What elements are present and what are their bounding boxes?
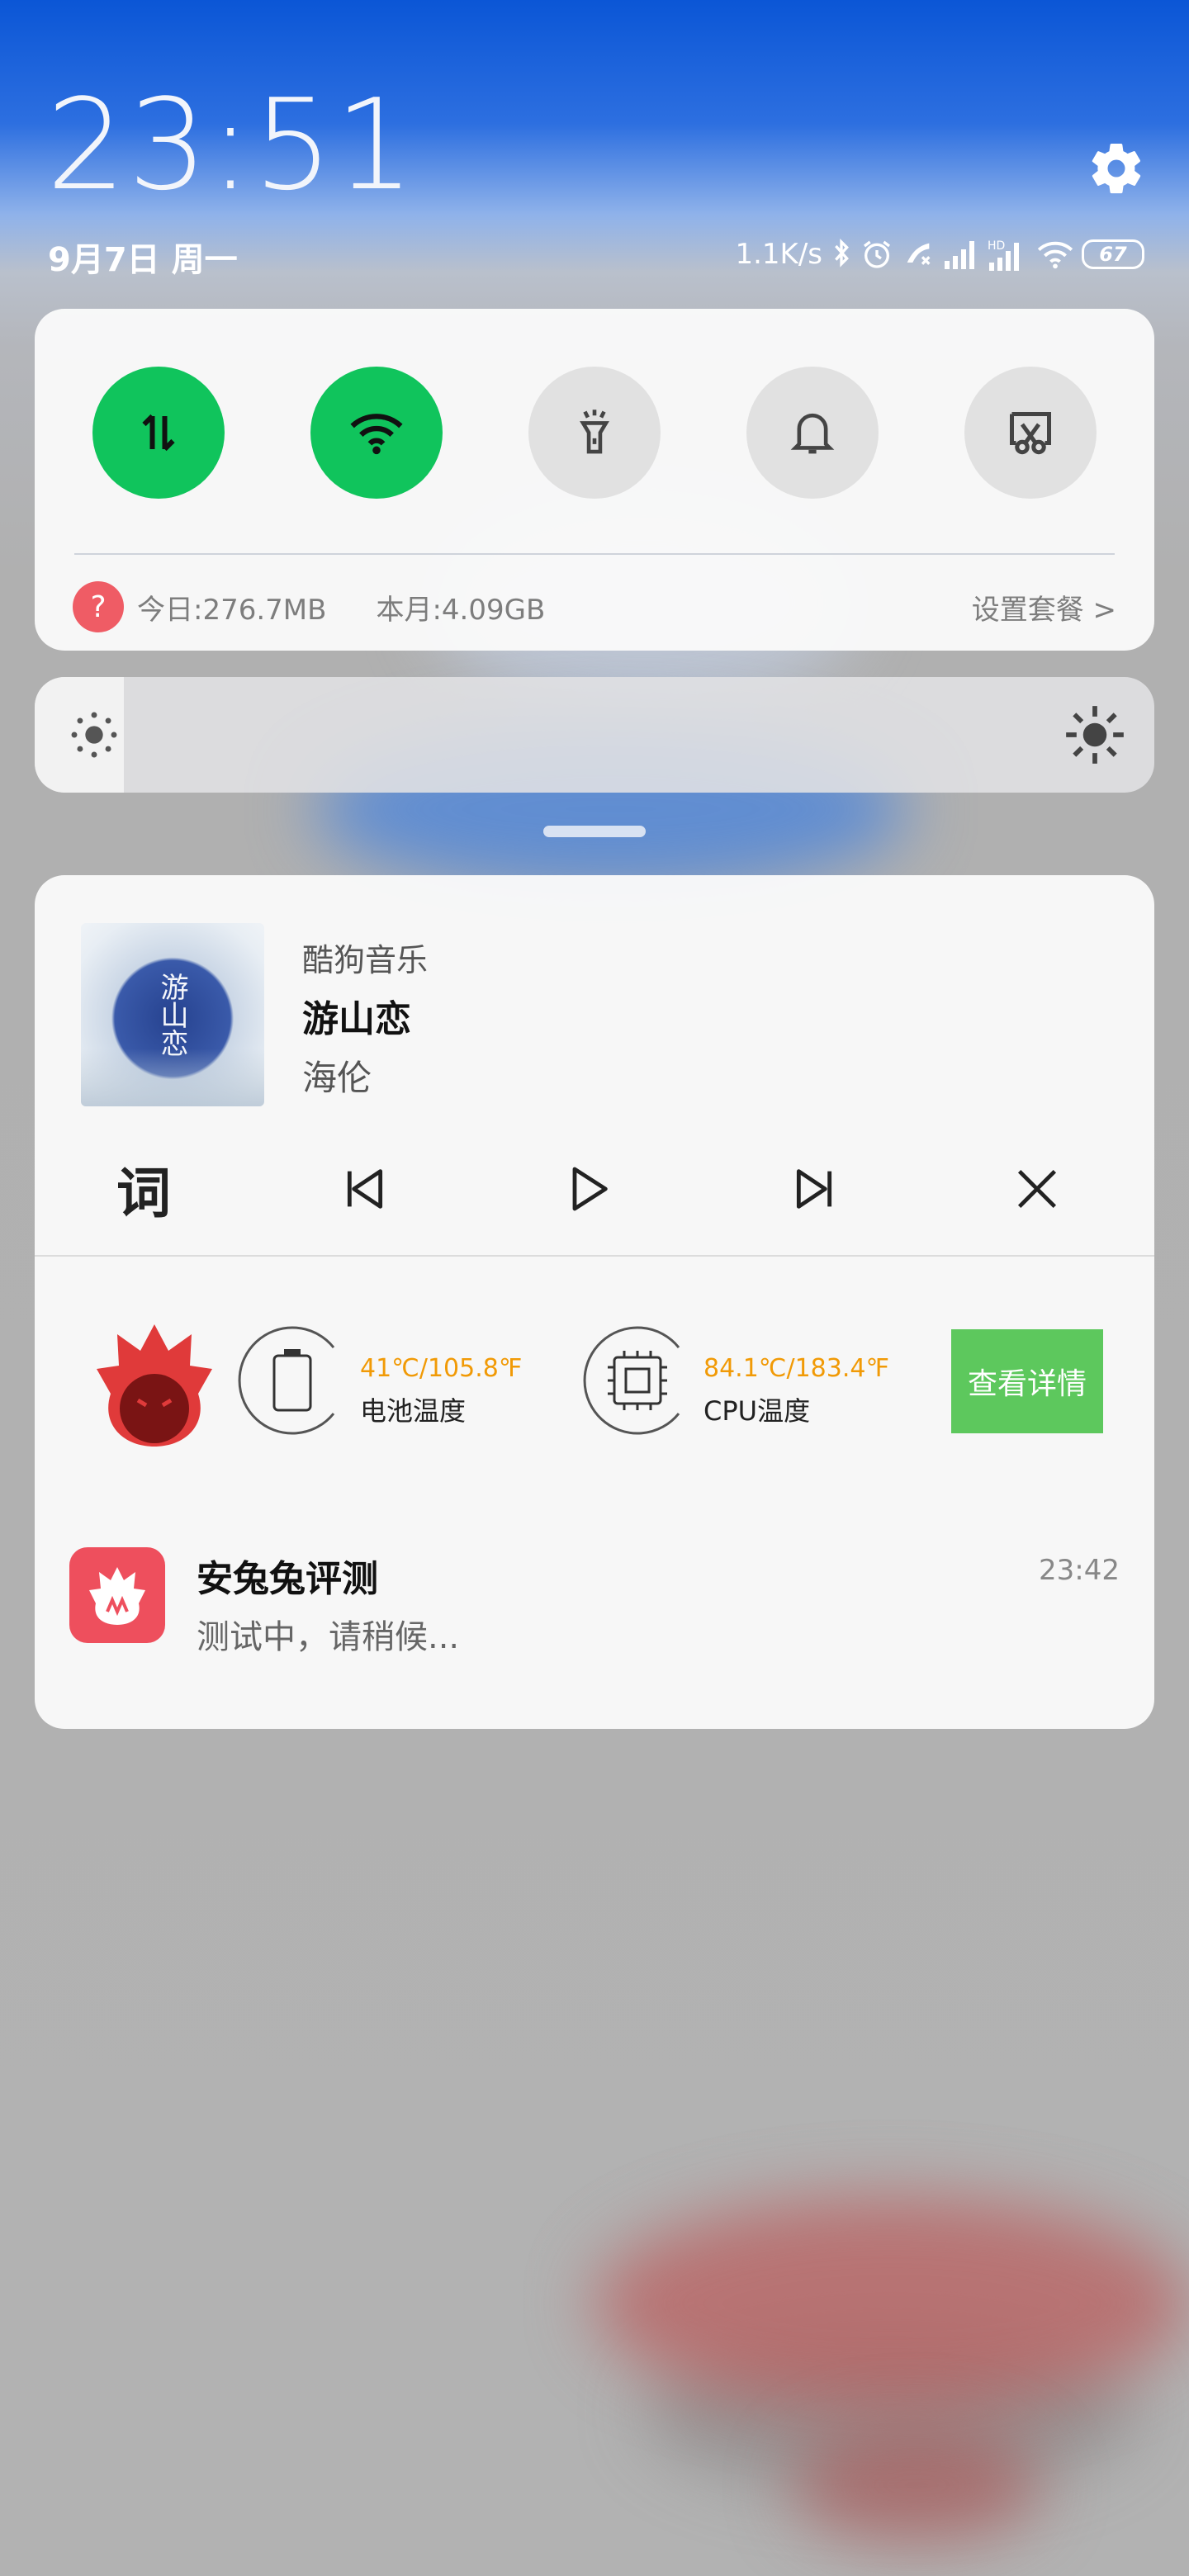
cpu-temp-label: CPU温度 [703, 1395, 811, 1427]
album-art-text: 游山恋 [155, 973, 188, 1057]
flashlight-icon [580, 410, 609, 454]
app-icon[interactable] [69, 1547, 165, 1643]
panel-drag-handle[interactable] [543, 826, 646, 837]
play-icon [572, 1167, 608, 1211]
usage-month: 本月:4.09GB [376, 593, 546, 627]
song-title: 游山恋 [302, 998, 411, 1040]
mobile-data-toggle[interactable] [92, 367, 225, 499]
usage-today: 今日:276.7MB [137, 593, 327, 627]
clock[interactable]: 23:51 [46, 83, 416, 208]
date-label[interactable]: 9月7日 周一 [48, 233, 238, 281]
lyrics-button[interactable]: 词 [104, 1149, 183, 1229]
data-arrows-icon [142, 414, 175, 452]
cpu-temp-gauge [583, 1326, 680, 1435]
background-blur [644, 2328, 1139, 2493]
skip-next-icon [796, 1169, 832, 1209]
background-blur [594, 2196, 1189, 2411]
screenshot-toggle[interactable] [964, 367, 1097, 499]
battery-indicator: 67 [1082, 239, 1144, 269]
notification-message: 测试中，请稍候... [197, 1618, 460, 1656]
settings-button[interactable] [1087, 139, 1146, 198]
brightness-slider[interactable] [35, 677, 1154, 793]
brightness-high-icon [1066, 706, 1124, 764]
song-artist: 海伦 [302, 1058, 372, 1098]
volte-call-icon [902, 238, 935, 271]
battery-temp-value: 41℃/105.8℉ [360, 1354, 523, 1383]
music-app-name: 酷狗音乐 [302, 942, 429, 978]
wifi-toggle[interactable] [310, 367, 443, 499]
battery-temp-gauge [238, 1326, 335, 1435]
skip-previous-icon [347, 1169, 383, 1209]
notifications-panel: 游山恋 酷狗音乐 游山恋 海伦 词 41℃/105.8℉ 电池温度 84.1℃/… [35, 875, 1154, 1729]
signal-hd-icon: HD [988, 238, 1029, 271]
data-usage-icon: ? [73, 581, 124, 632]
scissors-icon [1010, 412, 1051, 455]
flashlight-toggle[interactable] [528, 367, 661, 499]
antutu-logo-icon [97, 1324, 212, 1447]
bluetooth-icon [831, 238, 852, 271]
alarm-icon [860, 238, 893, 271]
net-speed: 1.1K/s [735, 238, 822, 271]
notification-time: 23:42 [1039, 1554, 1120, 1587]
notification-app-name: 安兔兔评测 [197, 1558, 378, 1600]
antutu-app-icon [89, 1567, 145, 1625]
data-usage-row: ? 今日:276.7MB 本月:4.09GB 设置套餐 > [73, 578, 1116, 636]
previous-button[interactable] [325, 1149, 405, 1229]
close-music-button[interactable] [997, 1149, 1077, 1229]
set-plan-link[interactable]: 设置套餐 > [972, 587, 1116, 627]
album-art: 游山恋 [81, 923, 264, 1106]
quick-settings-panel: ? 今日:276.7MB 本月:4.09GB 设置套餐 > [35, 309, 1154, 651]
wifi-icon [350, 414, 403, 455]
cpu-temp-value: 84.1℃/183.4℉ [703, 1354, 890, 1383]
close-icon [1017, 1169, 1057, 1209]
gear-icon [1092, 143, 1141, 194]
battery-temp-label: 电池温度 [360, 1395, 467, 1427]
wifi-status-icon [1037, 239, 1073, 269]
bell-icon [790, 413, 835, 454]
background-blur [793, 2427, 1040, 2543]
signal-icon [943, 239, 979, 269]
svg-text:HD: HD [988, 239, 1005, 253]
sound-toggle[interactable] [746, 367, 879, 499]
status-bar: 1.1K/s HD 67 [735, 233, 1144, 276]
divider [74, 553, 1115, 555]
brightness-low-icon [71, 712, 117, 758]
play-button[interactable] [548, 1149, 628, 1229]
divider [35, 1255, 1154, 1257]
view-details-button[interactable]: 查看详情 [951, 1329, 1103, 1433]
next-button[interactable] [775, 1149, 854, 1229]
